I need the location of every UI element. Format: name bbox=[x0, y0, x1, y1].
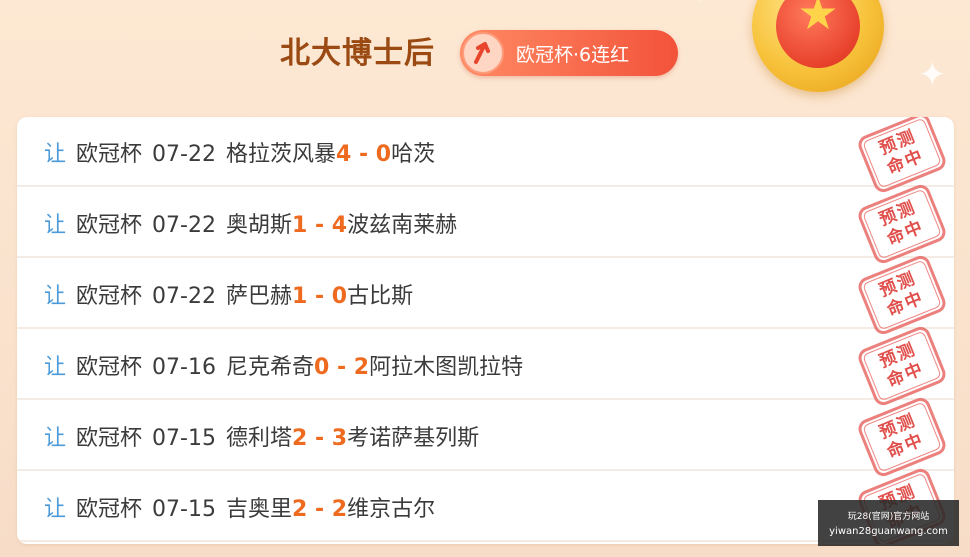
home-team: 吉奥里 bbox=[225, 497, 292, 522]
away-team: 哈茨 bbox=[391, 142, 436, 167]
away-score: 3 bbox=[331, 426, 348, 451]
prediction-row[interactable]: 让欧冠杯 07-22 萨巴赫1 - 0古比斯 预测 命中 bbox=[17, 252, 954, 338]
streak-badge[interactable]: 欧冠杯·6连红 bbox=[460, 30, 678, 76]
away-team: 波兹南莱赫 bbox=[347, 213, 458, 238]
prediction-hit-stamp: 预测命中 bbox=[855, 252, 949, 338]
league-name: 欧冠杯 bbox=[76, 497, 143, 522]
expert-header: 北大博士后 欧冠杯·6连红 bbox=[0, 22, 970, 78]
home-team: 奥胡斯 bbox=[225, 213, 292, 238]
prediction-row[interactable]: 让欧冠杯 07-15 德利塔2 - 3考诺萨基列斯 预测 命中 bbox=[17, 394, 954, 480]
home-team: 萨巴赫 bbox=[225, 284, 292, 309]
match-summary: 让欧冠杯 07-22 格拉茨风暴4 - 0哈茨 bbox=[44, 136, 435, 168]
home-team: 尼克希奇 bbox=[225, 355, 314, 380]
league-name: 欧冠杯 bbox=[76, 213, 143, 238]
watermark-url: yiwan28guanwang.com bbox=[829, 526, 948, 537]
match-summary: 让欧冠杯 07-22 萨巴赫1 - 0古比斯 bbox=[44, 278, 413, 310]
match-date: 07-15 bbox=[152, 426, 216, 451]
home-team: 格拉茨风暴 bbox=[225, 142, 336, 167]
match-summary: 让欧冠杯 07-15 德利塔2 - 3考诺萨基列斯 bbox=[44, 420, 479, 452]
prediction-hit-stamp: 预测命中 bbox=[855, 181, 949, 267]
away-team: 阿拉木图凯拉特 bbox=[369, 355, 524, 380]
sparkle-icon: ✦ bbox=[690, 0, 708, 8]
expert-name: 北大博士后 bbox=[280, 36, 435, 71]
score-separator: - bbox=[351, 142, 376, 167]
league-name: 欧冠杯 bbox=[76, 142, 143, 167]
match-date: 07-15 bbox=[152, 497, 216, 522]
away-team: 考诺萨基列斯 bbox=[347, 426, 480, 451]
handicap-tag: 让 bbox=[44, 426, 67, 451]
match-date: 07-16 bbox=[152, 355, 216, 380]
score-separator: - bbox=[307, 426, 332, 451]
home-score: 1 bbox=[291, 284, 308, 309]
away-score: 0 bbox=[375, 142, 392, 167]
match-summary: 让欧冠杯 07-22 奥胡斯1 - 4波兹南莱赫 bbox=[44, 207, 457, 239]
away-team: 维京古尔 bbox=[347, 497, 436, 522]
handicap-tag: 让 bbox=[44, 213, 67, 238]
prediction-row[interactable]: 让欧冠杯 07-22 奥胡斯1 - 4波兹南莱赫 预测 命中 bbox=[17, 181, 954, 267]
prediction-hit-stamp: 预测命中 bbox=[855, 394, 949, 480]
match-date: 07-22 bbox=[152, 284, 216, 309]
away-score: 0 bbox=[331, 284, 348, 309]
handicap-tag: 让 bbox=[44, 142, 67, 167]
handicap-tag: 让 bbox=[44, 284, 67, 309]
streak-label: 欧冠杯·6连红 bbox=[516, 44, 630, 66]
prediction-hit-stamp: 预测命中 bbox=[855, 323, 949, 409]
match-date: 07-22 bbox=[152, 213, 216, 238]
score-separator: - bbox=[307, 213, 332, 238]
handicap-tag: 让 bbox=[44, 497, 67, 522]
handicap-tag: 让 bbox=[44, 355, 67, 380]
score-separator: - bbox=[307, 284, 332, 309]
prediction-hit-stamp: 预测命中 bbox=[855, 117, 949, 196]
site-watermark: 玩28(官网)官方网站 yiwan28guanwang.com bbox=[818, 500, 959, 546]
away-team: 古比斯 bbox=[347, 284, 414, 309]
league-name: 欧冠杯 bbox=[76, 426, 143, 451]
prediction-row[interactable]: 让欧冠杯07-15吉奥里2 - 2维京古尔预测命中 bbox=[17, 465, 954, 544]
home-score: 1 bbox=[291, 213, 308, 238]
home-score: 2 bbox=[291, 426, 308, 451]
match-summary: 让欧冠杯 07-15 吉奥里2 - 2维京古尔 bbox=[44, 491, 435, 523]
prediction-row[interactable]: 让欧冠杯 07-22 格拉茨风暴4 - 0哈茨 预测 命中 bbox=[17, 117, 954, 196]
prediction-list: 让欧冠杯 07-22 格拉茨风暴4 - 0哈茨 预测 命中让欧冠杯 07-22 奥胡斯1 -… bbox=[17, 117, 954, 544]
away-score: 2 bbox=[331, 497, 348, 522]
away-score: 2 bbox=[353, 355, 370, 380]
home-team: 德利塔 bbox=[225, 426, 292, 451]
match-summary: 让欧冠杯 07-16 尼克希奇0 - 2阿拉木图凯拉特 bbox=[44, 349, 523, 381]
prediction-row[interactable]: 让欧冠杯 07-16 尼克希奇0 - 2阿拉木图凯拉特 预测 命中 bbox=[17, 323, 954, 409]
home-score: 2 bbox=[291, 497, 308, 522]
away-score: 4 bbox=[331, 213, 348, 238]
home-score: 4 bbox=[335, 142, 352, 167]
home-score: 0 bbox=[313, 355, 330, 380]
match-date: 07-22 bbox=[152, 142, 216, 167]
league-name: 欧冠杯 bbox=[76, 355, 143, 380]
league-name: 欧冠杯 bbox=[76, 284, 143, 309]
score-separator: - bbox=[307, 497, 332, 522]
score-separator: - bbox=[329, 355, 354, 380]
up-arrow-icon bbox=[462, 32, 504, 74]
watermark-site-name: 玩28(官网)官方网站 bbox=[847, 512, 930, 522]
